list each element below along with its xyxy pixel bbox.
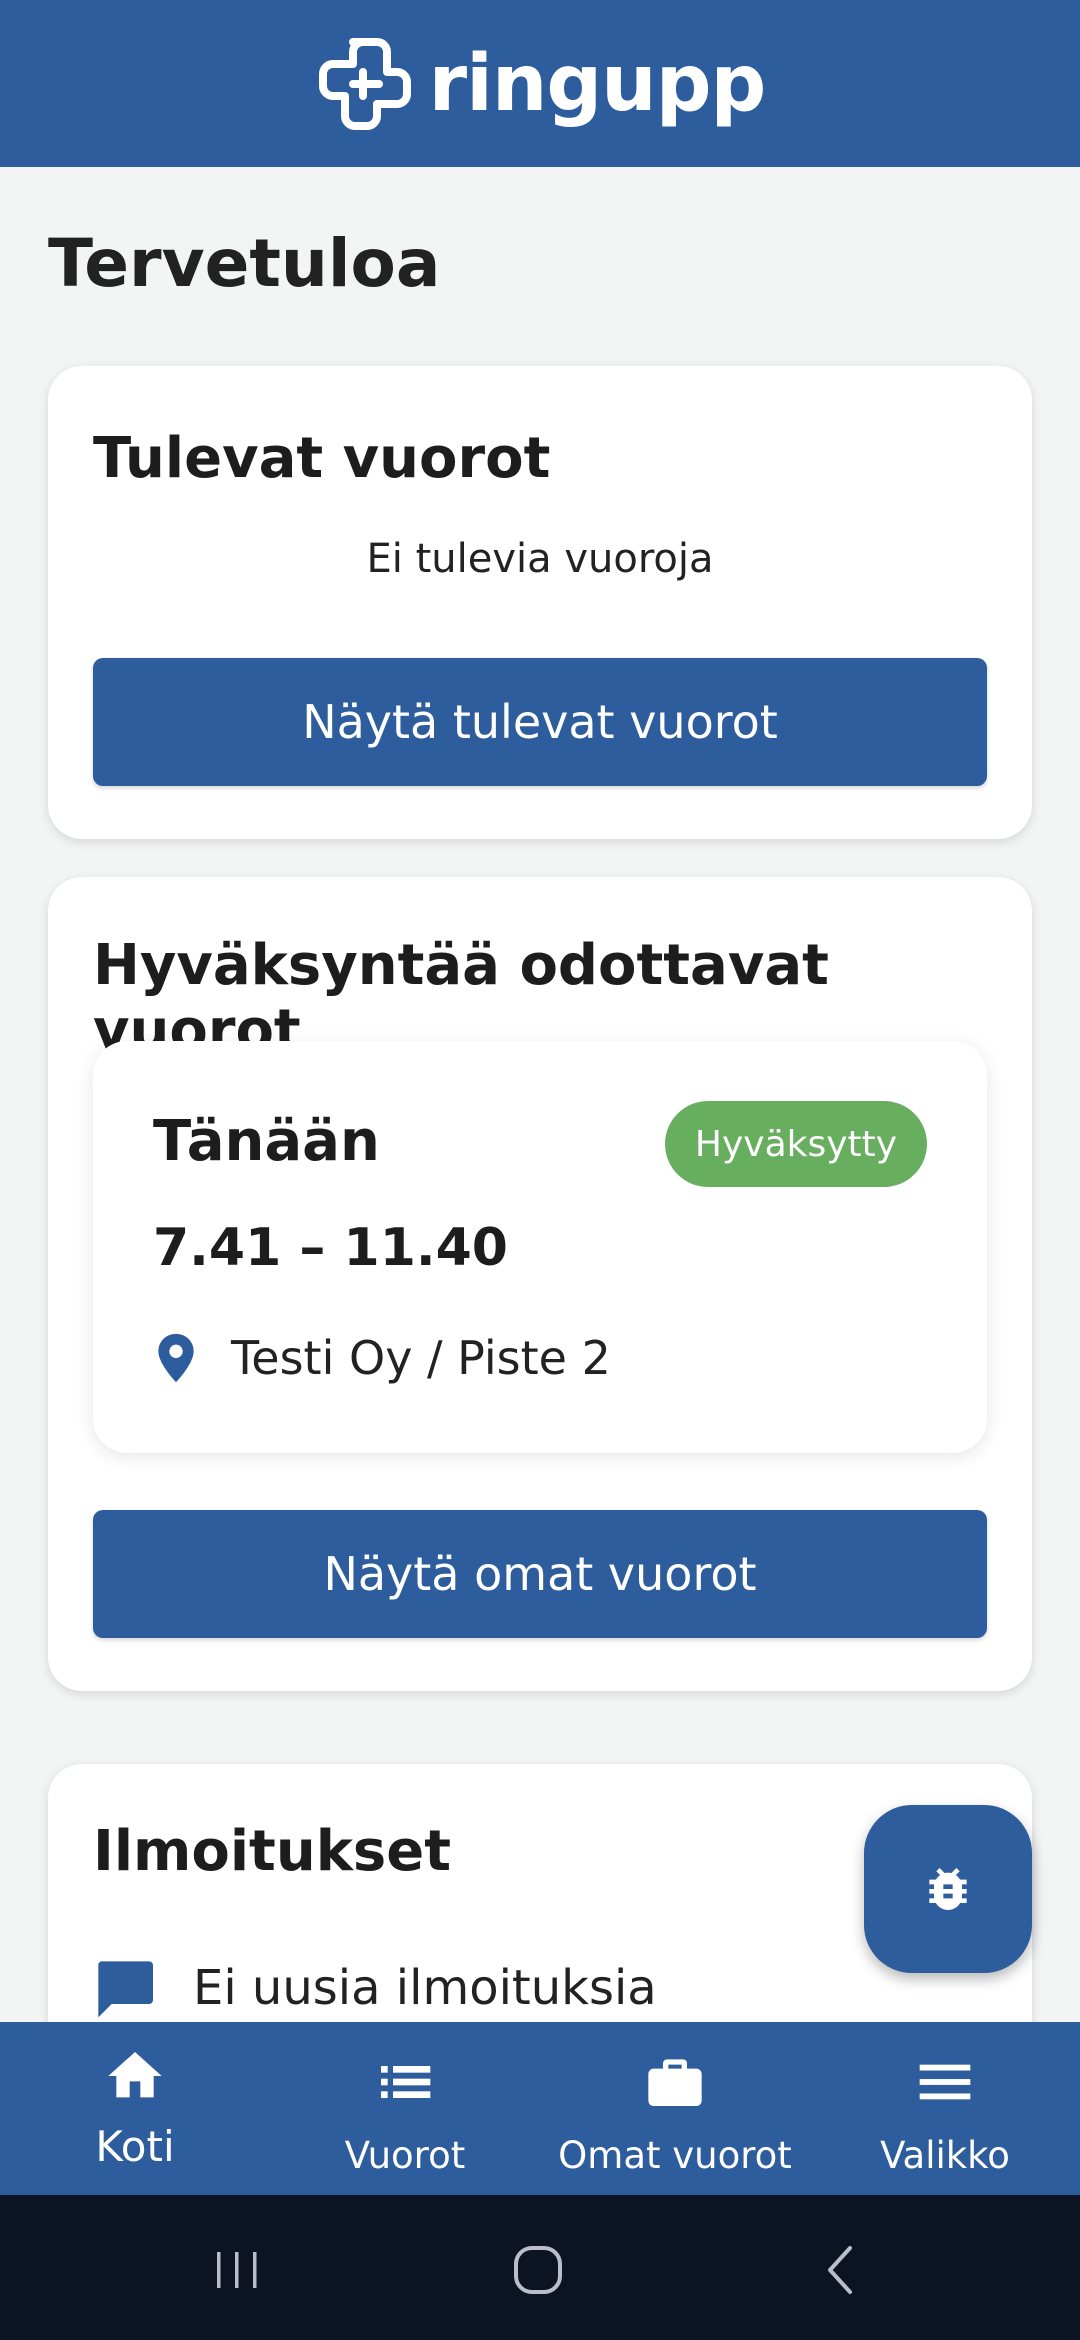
nav-label-home: Koti — [95, 2122, 175, 2171]
brand-name: ringupp — [428, 38, 767, 129]
shift-time: 7.41 – 11.40 — [153, 1218, 508, 1278]
chat-bubble-icon — [98, 1961, 153, 2018]
nav-item-own-shifts[interactable]: Omat vuorot — [540, 2022, 810, 2195]
home-circle-icon[interactable] — [508, 2240, 568, 2300]
debug-fab-button[interactable] — [864, 1805, 1032, 1973]
ringupp-logo-icon — [318, 37, 411, 130]
home-icon — [108, 2052, 162, 2098]
nav-item-menu[interactable]: Valikko — [810, 2022, 1080, 2195]
upcoming-shifts-title: Tulevat vuorot — [93, 426, 551, 491]
shift-item[interactable]: Tänään Hyväksytty 7.41 – 11.40 Testi Oy … — [93, 1041, 987, 1453]
shift-day: Tänään — [153, 1109, 380, 1174]
bug-icon — [929, 1868, 967, 1910]
nav-label-menu: Valikko — [880, 2134, 1010, 2177]
app-screen: ringupp Tervetuloa Tulevat vuorot Ei tul… — [0, 0, 1080, 2340]
notifications-empty: Ei uusia ilmoituksia — [93, 1956, 657, 2020]
show-own-shifts-button[interactable]: Näytä omat vuorot — [93, 1510, 987, 1638]
map-pin-icon — [158, 1333, 194, 1383]
upcoming-empty-text: Ei tulevia vuoroja — [366, 536, 714, 582]
nav-item-home[interactable]: Koti — [0, 2022, 270, 2195]
notifications-title: Ilmoitukset — [93, 1819, 452, 1884]
brand-logo: ringupp — [315, 34, 766, 134]
notifications-empty-text: Ei uusia ilmoituksia — [193, 1960, 657, 2016]
back-icon[interactable] — [812, 2240, 872, 2300]
nav-label-shifts: Vuorot — [344, 2134, 466, 2177]
status-badge: Hyväksytty — [665, 1101, 927, 1187]
pending-shifts-card: Hyväksyntää odottavat vuorot Tänään Hyvä… — [48, 877, 1032, 1691]
shift-location: Testi Oy / Piste 2 — [153, 1331, 611, 1385]
app-header: ringupp — [0, 0, 1080, 167]
nav-item-shifts[interactable]: Vuorot — [270, 2022, 540, 2195]
briefcase-icon — [648, 2059, 702, 2106]
page-title: Tervetuloa — [48, 225, 441, 302]
bottom-navigation: Koti Vuorot Omat vuorot Valikko — [0, 2022, 1080, 2195]
nav-label-own-shifts: Omat vuorot — [558, 2134, 792, 2177]
menu-icon — [919, 2064, 971, 2100]
location-text: Testi Oy / Piste 2 — [231, 1331, 611, 1385]
system-navigation-bar — [0, 2195, 1080, 2340]
show-upcoming-shifts-button[interactable]: Näytä tulevat vuorot — [93, 658, 987, 786]
upcoming-shifts-card: Tulevat vuorot Ei tulevia vuoroja Näytä … — [48, 366, 1032, 839]
recent-apps-icon[interactable] — [207, 2240, 267, 2300]
list-icon — [381, 2066, 431, 2098]
